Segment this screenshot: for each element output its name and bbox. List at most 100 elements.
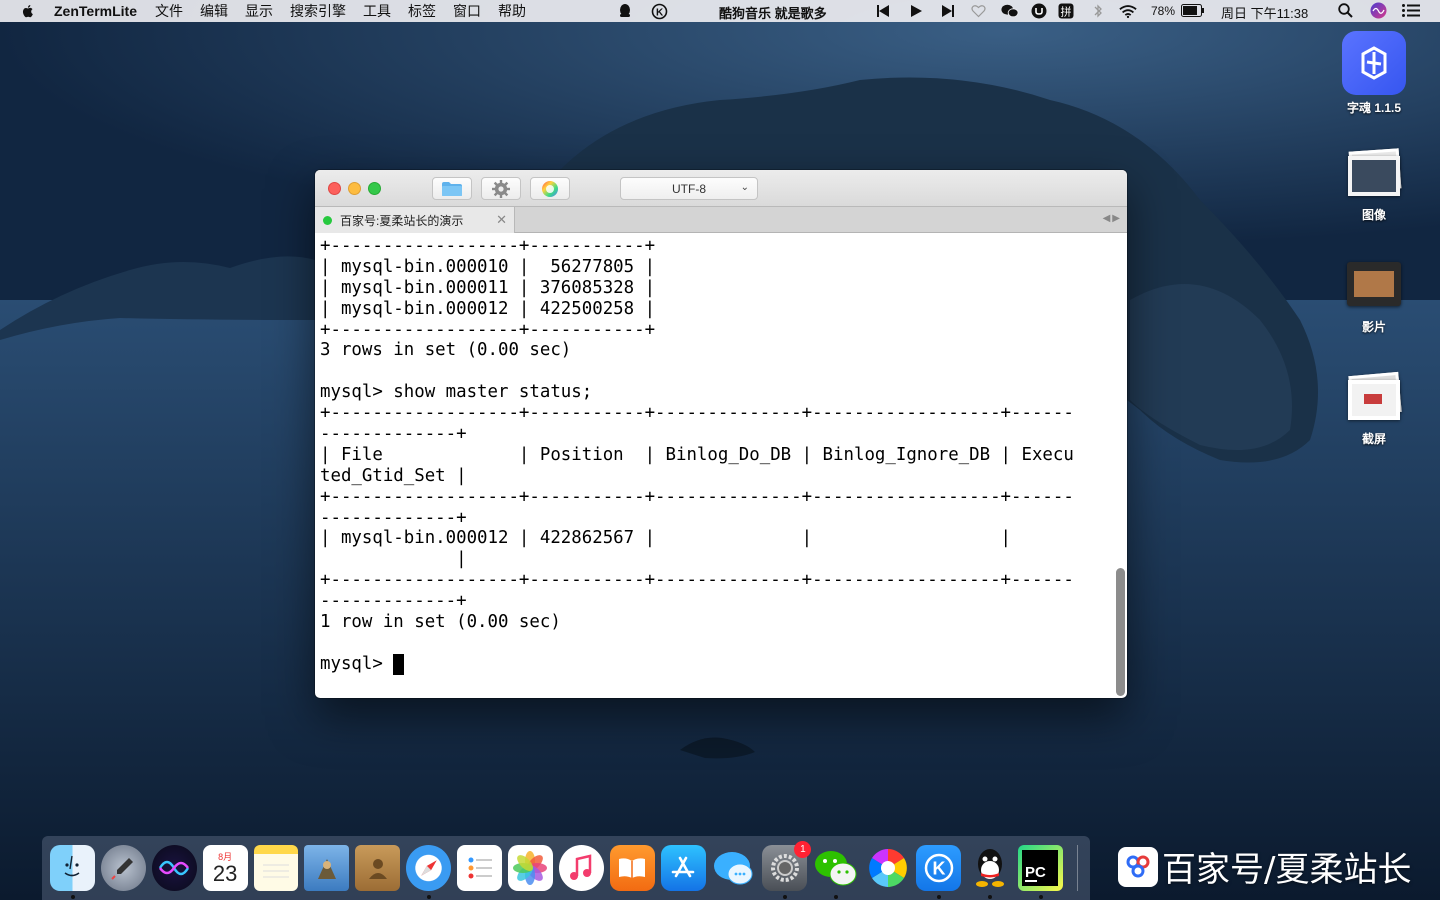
qq-status-icon[interactable] [616, 2, 634, 20]
encoding-select[interactable]: UTF-8 ⌄ [620, 177, 758, 200]
desktop-icon-movies[interactable]: 影片 [1334, 258, 1414, 335]
menu-file[interactable]: 文件 [155, 1, 183, 21]
bluetooth-icon[interactable] [1089, 2, 1107, 20]
menu-bar: ZenTermLite 文件 编辑 显示 搜索引擎 工具 标签 窗口 帮助 K … [0, 0, 1440, 22]
svg-text:K: K [932, 859, 945, 879]
messages-icon[interactable] [712, 845, 757, 891]
system-preferences-icon[interactable]: 1 [762, 841, 812, 899]
menu-window[interactable]: 窗口 [453, 1, 481, 21]
terminal-line: | mysql-bin.000012 | 422500258 | [320, 298, 656, 319]
books-icon[interactable] [609, 845, 655, 891]
minimize-window-button[interactable] [348, 182, 361, 195]
terminal-prompt-line: mysql> [320, 653, 1110, 675]
preview-icon[interactable] [304, 845, 350, 891]
desktop-icon-screenshots[interactable]: 截屏 [1334, 370, 1414, 447]
play-icon[interactable] [907, 2, 925, 20]
terminal-line: | mysql-bin.000010 | 56277805 | [320, 256, 656, 277]
battery-percent: 78% [1151, 4, 1176, 18]
safari-icon[interactable] [406, 845, 452, 899]
menubar-clock[interactable]: 周日 下午11:38 [1221, 3, 1308, 22]
terminal-line: 3 rows in set (0.00 sec) [320, 340, 572, 361]
encoding-value: UTF-8 [672, 181, 706, 196]
dock: 8月 23 1 K PC [42, 836, 1090, 900]
desktop-icon-font-app[interactable]: 字魂 1.1.5 [1334, 31, 1414, 116]
notes-icon[interactable] [253, 845, 299, 891]
movie-folder-icon [1345, 258, 1403, 314]
siri-icon[interactable] [151, 845, 197, 891]
window-titlebar[interactable]: UTF-8 ⌄ [315, 170, 1127, 207]
folder-icon [442, 181, 462, 196]
wechat-status-icon[interactable] [1001, 2, 1019, 20]
heart-icon[interactable] [969, 2, 987, 20]
running-indicator [834, 895, 839, 899]
watermark: 百家号/夏柔站长 [1118, 842, 1411, 891]
launchpad-icon[interactable] [100, 845, 146, 891]
pycharm-logo: PC [1022, 850, 1059, 886]
photos-icon[interactable] [508, 845, 553, 891]
terminal-line: -------------+ [320, 507, 467, 528]
finder-icon[interactable] [50, 845, 95, 899]
desktop-icon-label: 影片 [1361, 320, 1386, 334]
watermark-text: 百家号/夏柔站长 [1162, 850, 1412, 890]
wechat-icon[interactable] [813, 845, 859, 899]
terminal-output[interactable]: +------------------+-----------+ | mysql… [320, 236, 1110, 696]
tab-session[interactable]: 百家号:夏柔站长的演示 ✕ [315, 207, 515, 233]
terminal-line: | mysql-bin.000011 | 376085328 | [320, 277, 656, 298]
app-name-menu[interactable]: ZenTermLite [54, 3, 137, 19]
desktop-icon-images[interactable]: 图像 [1334, 146, 1414, 223]
running-indicator [783, 895, 788, 899]
wifi-icon[interactable] [1119, 2, 1137, 20]
close-window-button[interactable] [328, 182, 341, 195]
color-app-icon[interactable] [865, 845, 910, 891]
music-icon[interactable] [558, 845, 604, 891]
terminal-prompt: mysql> [320, 653, 394, 674]
menu-edit[interactable]: 编辑 [200, 1, 228, 21]
menu-search-engine[interactable]: 搜索引擎 [290, 1, 346, 21]
contacts-icon[interactable] [355, 845, 401, 891]
spotlight-search-icon[interactable] [1338, 3, 1353, 18]
calendar-day: 23 [212, 860, 238, 886]
terminal-line: -------------+ [320, 424, 467, 445]
qq-icon[interactable] [967, 845, 1012, 899]
kugou-status-icon[interactable]: K [650, 2, 668, 20]
color-theme-button[interactable] [530, 177, 570, 200]
open-folder-button[interactable] [432, 177, 472, 200]
zoom-window-button[interactable] [368, 182, 381, 195]
next-track-icon[interactable] [939, 2, 957, 20]
tab-scroll-arrows-icon[interactable]: ◀▶ [1103, 213, 1122, 224]
reminders-icon[interactable] [457, 845, 503, 891]
menu-help[interactable]: 帮助 [498, 1, 526, 21]
terminal-line: mysql> show master status; [320, 382, 593, 403]
terminal-line: +------------------+-----------+ [320, 236, 656, 256]
previous-track-icon[interactable] [874, 2, 892, 20]
siri-status-icon[interactable] [1370, 2, 1387, 19]
notification-center-icon[interactable] [1402, 4, 1420, 17]
close-tab-icon[interactable]: ✕ [496, 212, 507, 228]
image-folder-icon [1346, 146, 1402, 202]
menu-view[interactable]: 显示 [245, 1, 273, 21]
terminal-line: +------------------+-----------+--------… [320, 486, 1074, 507]
screenshot-folder-icon [1346, 370, 1402, 426]
menu-tools[interactable]: 工具 [363, 1, 391, 21]
app-store-icon[interactable] [660, 845, 706, 891]
settings-button[interactable] [481, 177, 521, 200]
apple-menu-icon[interactable] [20, 3, 36, 19]
pycharm-icon[interactable]: PC [1018, 845, 1063, 899]
terminal-line: | [320, 549, 467, 570]
input-method-icon[interactable]: 拼 [1057, 2, 1075, 20]
calendar-icon[interactable]: 8月 23 [202, 845, 248, 891]
terminal-line: | mysql-bin.000012 | 422862567 | | | [320, 528, 1012, 549]
notification-badge: 1 [794, 841, 812, 858]
kugou-icon[interactable]: K [916, 845, 962, 899]
running-indicator [988, 895, 993, 899]
menu-tabs[interactable]: 标签 [408, 1, 436, 21]
desktop-icon-label: 截屏 [1361, 432, 1386, 446]
running-indicator [937, 895, 942, 899]
battery-icon[interactable] [1181, 4, 1205, 17]
terminal-line: +------------------+-----------+--------… [320, 403, 1074, 424]
sync-status-icon[interactable] [1030, 2, 1048, 20]
svg-text:PC: PC [1025, 864, 1046, 881]
terminal-scrollbar-thumb[interactable] [1116, 568, 1125, 696]
